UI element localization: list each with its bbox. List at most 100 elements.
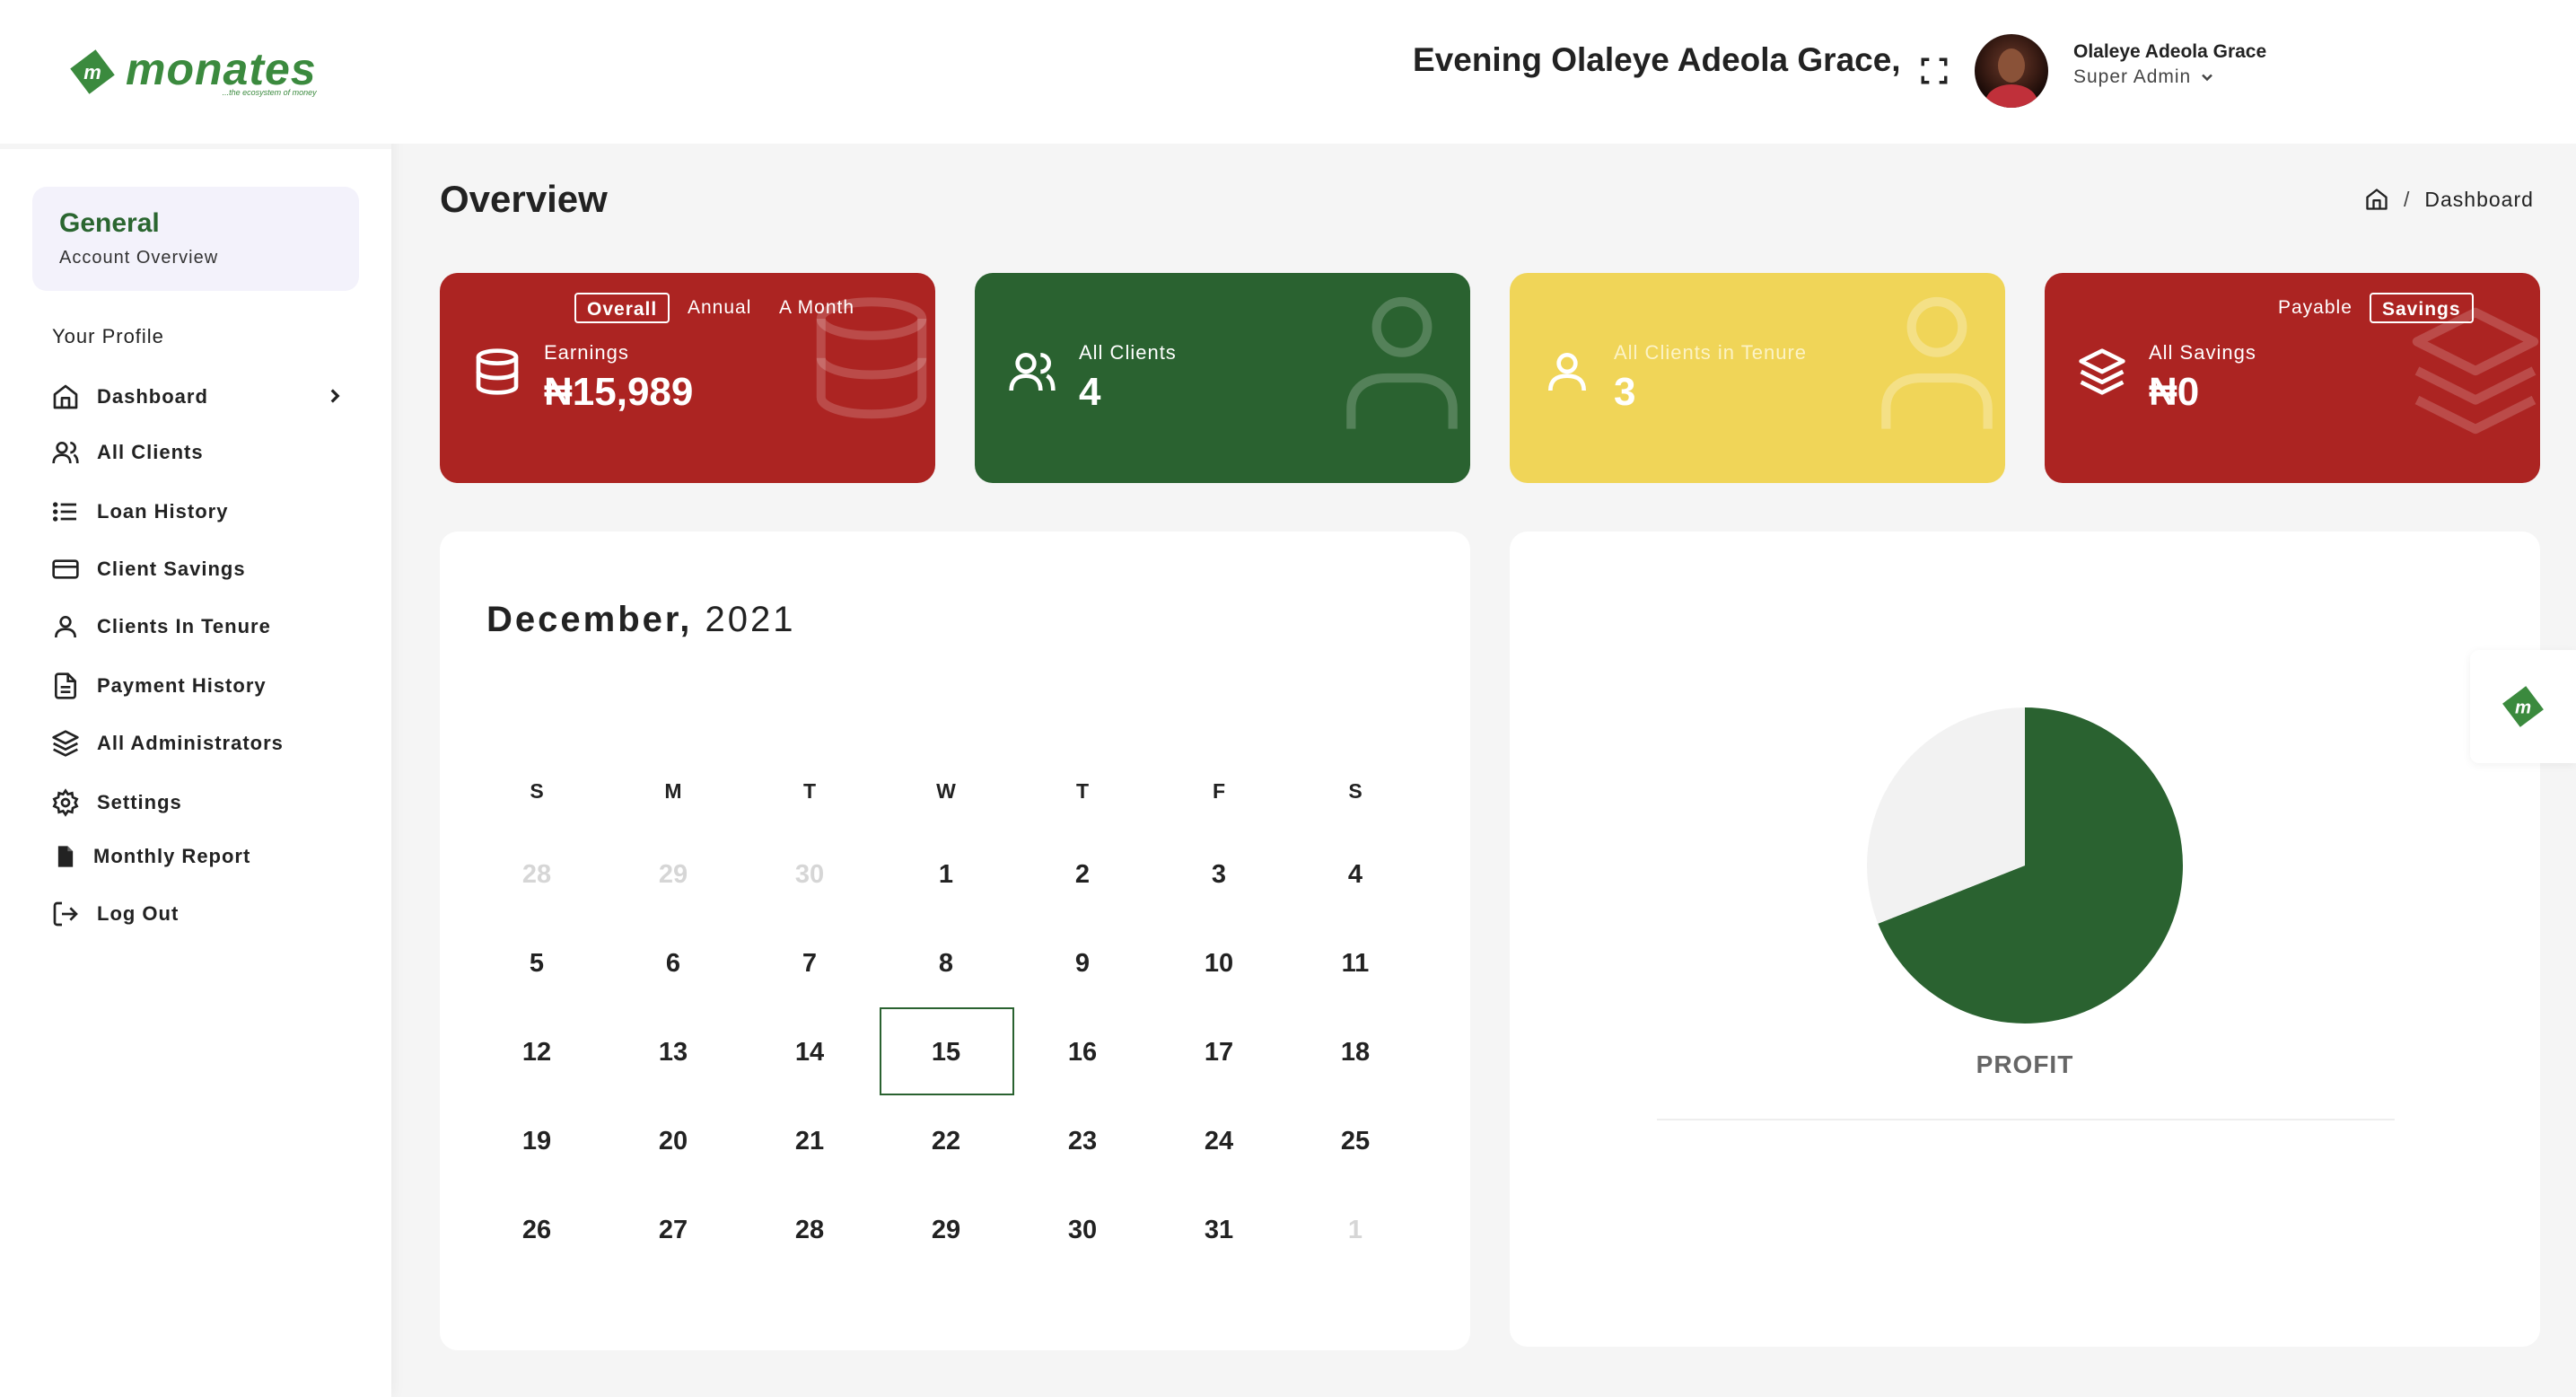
- calendar-day[interactable]: 6: [606, 945, 740, 981]
- calendar-day[interactable]: 1: [879, 857, 1013, 892]
- sidebar-item-label: All Administrators: [97, 732, 284, 754]
- sidebar-item-label: Loan History: [97, 500, 229, 523]
- profile-section-label: Your Profile: [52, 325, 164, 347]
- calendar-day[interactable]: 25: [1288, 1123, 1423, 1159]
- tab-annual[interactable]: Annual: [677, 293, 762, 323]
- tab-overall[interactable]: Overall: [574, 293, 670, 323]
- calendar-day[interactable]: 22: [879, 1123, 1013, 1159]
- calendar-day-outside-month[interactable]: 28: [469, 857, 604, 892]
- breadcrumb: / Dashboard: [2364, 187, 2534, 212]
- general-title: General: [59, 208, 160, 238]
- avatar[interactable]: [1975, 34, 2048, 108]
- calendar-day[interactable]: 30: [1015, 1212, 1150, 1248]
- sidebar-item-label: All Clients: [97, 441, 204, 463]
- database-icon: [476, 348, 519, 395]
- sidebar-item-client-savings[interactable]: Client Savings: [50, 551, 346, 587]
- sidebar-item-monthly-report[interactable]: Monthly Report: [50, 839, 346, 874]
- calendar-day[interactable]: 11: [1288, 945, 1423, 981]
- file-text-icon: [50, 671, 81, 701]
- user-bg-icon: [1346, 296, 1458, 429]
- sidebar-item-dashboard[interactable]: Dashboard: [50, 379, 346, 415]
- savings-card: Payable Savings All Savings ₦0: [2045, 273, 2540, 483]
- sidebar-item-settings[interactable]: Settings: [50, 785, 346, 821]
- sidebar-item-clients-in-tenure[interactable]: Clients In Tenure: [50, 609, 346, 645]
- calendar-day[interactable]: 18: [1288, 1034, 1423, 1070]
- all-clients-label: All Clients: [1079, 341, 1177, 364]
- profit-chart-panel: PROFIT: [1510, 532, 2540, 1347]
- fullscreen-icon[interactable]: [1919, 56, 1950, 86]
- calendar-day[interactable]: 12: [469, 1034, 604, 1070]
- calendar-month: December,: [486, 600, 693, 639]
- sidebar-item-label: Log Out: [97, 902, 180, 925]
- calendar-day[interactable]: 5: [469, 945, 604, 981]
- users-icon: [50, 437, 81, 468]
- weekday-header: T: [802, 779, 817, 803]
- calendar-day[interactable]: 8: [879, 945, 1013, 981]
- page-title: Overview: [440, 178, 608, 220]
- monates-logo-icon: m: [70, 49, 115, 94]
- calendar-day[interactable]: 24: [1152, 1123, 1286, 1159]
- calendar-day[interactable]: 2: [1015, 857, 1150, 892]
- calendar-day[interactable]: 3: [1152, 857, 1286, 892]
- home-icon[interactable]: [2364, 187, 2389, 212]
- calendar-day[interactable]: 26: [469, 1212, 604, 1248]
- calendar-day[interactable]: 17: [1152, 1034, 1286, 1070]
- user-role-dropdown[interactable]: Super Admin: [2073, 66, 2216, 88]
- sidebar-item-loan-history[interactable]: Loan History: [50, 494, 346, 530]
- clients-in-tenure-label: All Clients in Tenure: [1614, 341, 1808, 364]
- calendar-day[interactable]: 27: [606, 1212, 740, 1248]
- all-savings-value: ₦0: [2149, 370, 2200, 414]
- tab-a-month[interactable]: A Month: [768, 293, 865, 323]
- monates-logo-icon: m: [2502, 686, 2544, 727]
- sidebar-item-all-clients[interactable]: All Clients: [50, 435, 346, 470]
- calendar-day-outside-month[interactable]: 29: [606, 857, 740, 892]
- sidebar-item-label: Client Savings: [97, 558, 246, 580]
- calendar-day[interactable]: 15: [879, 1034, 1013, 1070]
- calendar-day[interactable]: 7: [742, 945, 877, 981]
- profit-pie-chart: [1867, 707, 2183, 1024]
- tab-payable[interactable]: Payable: [2267, 293, 2363, 323]
- calendar-day[interactable]: 20: [606, 1123, 740, 1159]
- clients-in-tenure-card[interactable]: All Clients in Tenure 3: [1510, 273, 2005, 483]
- file-icon: [50, 841, 81, 872]
- calendar-day[interactable]: 14: [742, 1034, 877, 1070]
- clients-in-tenure-value: 3: [1614, 370, 1636, 414]
- general-card[interactable]: General Account Overview: [32, 187, 359, 291]
- calendar-day[interactable]: 23: [1015, 1123, 1150, 1159]
- chart-divider: [1657, 1119, 2395, 1120]
- sidebar-item-payment-history[interactable]: Payment History: [50, 668, 346, 704]
- sidebar-item-label: Monthly Report: [93, 845, 251, 867]
- sidebar-item-log-out[interactable]: Log Out: [50, 896, 346, 932]
- weekday-header: M: [664, 779, 682, 803]
- sidebar-item-all-administrators[interactable]: All Administrators: [50, 725, 346, 761]
- calendar-day[interactable]: 19: [469, 1123, 604, 1159]
- sidebar-item-label: Dashboard: [97, 385, 208, 408]
- earnings-label: Earnings: [544, 341, 629, 364]
- calendar-day[interactable]: 28: [742, 1212, 877, 1248]
- tab-savings[interactable]: Savings: [2370, 293, 2474, 323]
- calendar-day-outside-month[interactable]: 1: [1288, 1212, 1423, 1248]
- calendar-day[interactable]: 31: [1152, 1212, 1286, 1248]
- brand-logo[interactable]: m monates ...the ecosystem of money: [68, 43, 317, 101]
- calendar-day[interactable]: 21: [742, 1123, 877, 1159]
- brand-name: monates: [126, 44, 317, 94]
- calendar-day[interactable]: 4: [1288, 857, 1423, 892]
- calendar-day[interactable]: 9: [1015, 945, 1150, 981]
- calendar-day[interactable]: 29: [879, 1212, 1013, 1248]
- user-icon: [50, 611, 81, 642]
- calendar-day-outside-month[interactable]: 30: [742, 857, 877, 892]
- user-icon: [1548, 353, 1586, 391]
- calendar-panel: December, 2021 S M T W T F S 28 29 30 1 2 3 4 5 6 7 8 9 10 1…: [440, 532, 1470, 1350]
- all-clients-card[interactable]: All Clients 4: [975, 273, 1470, 483]
- general-subtitle: Account Overview: [59, 248, 219, 268]
- floating-logo-button[interactable]: m: [2470, 650, 2576, 763]
- user-name[interactable]: Olaleye Adeola Grace: [2073, 41, 2266, 63]
- sidebar: m monates ...the ecosystem of money Gene…: [0, 0, 391, 1397]
- sidebar-item-label: Clients In Tenure: [97, 615, 271, 637]
- users-icon: [1009, 353, 1056, 391]
- calendar-day[interactable]: 16: [1015, 1034, 1150, 1070]
- user-bg-icon: [1881, 296, 1993, 429]
- calendar-day[interactable]: 10: [1152, 945, 1286, 981]
- earnings-card: Overall Annual A Month Earnings ₦15,989: [440, 273, 935, 483]
- calendar-day[interactable]: 13: [606, 1034, 740, 1070]
